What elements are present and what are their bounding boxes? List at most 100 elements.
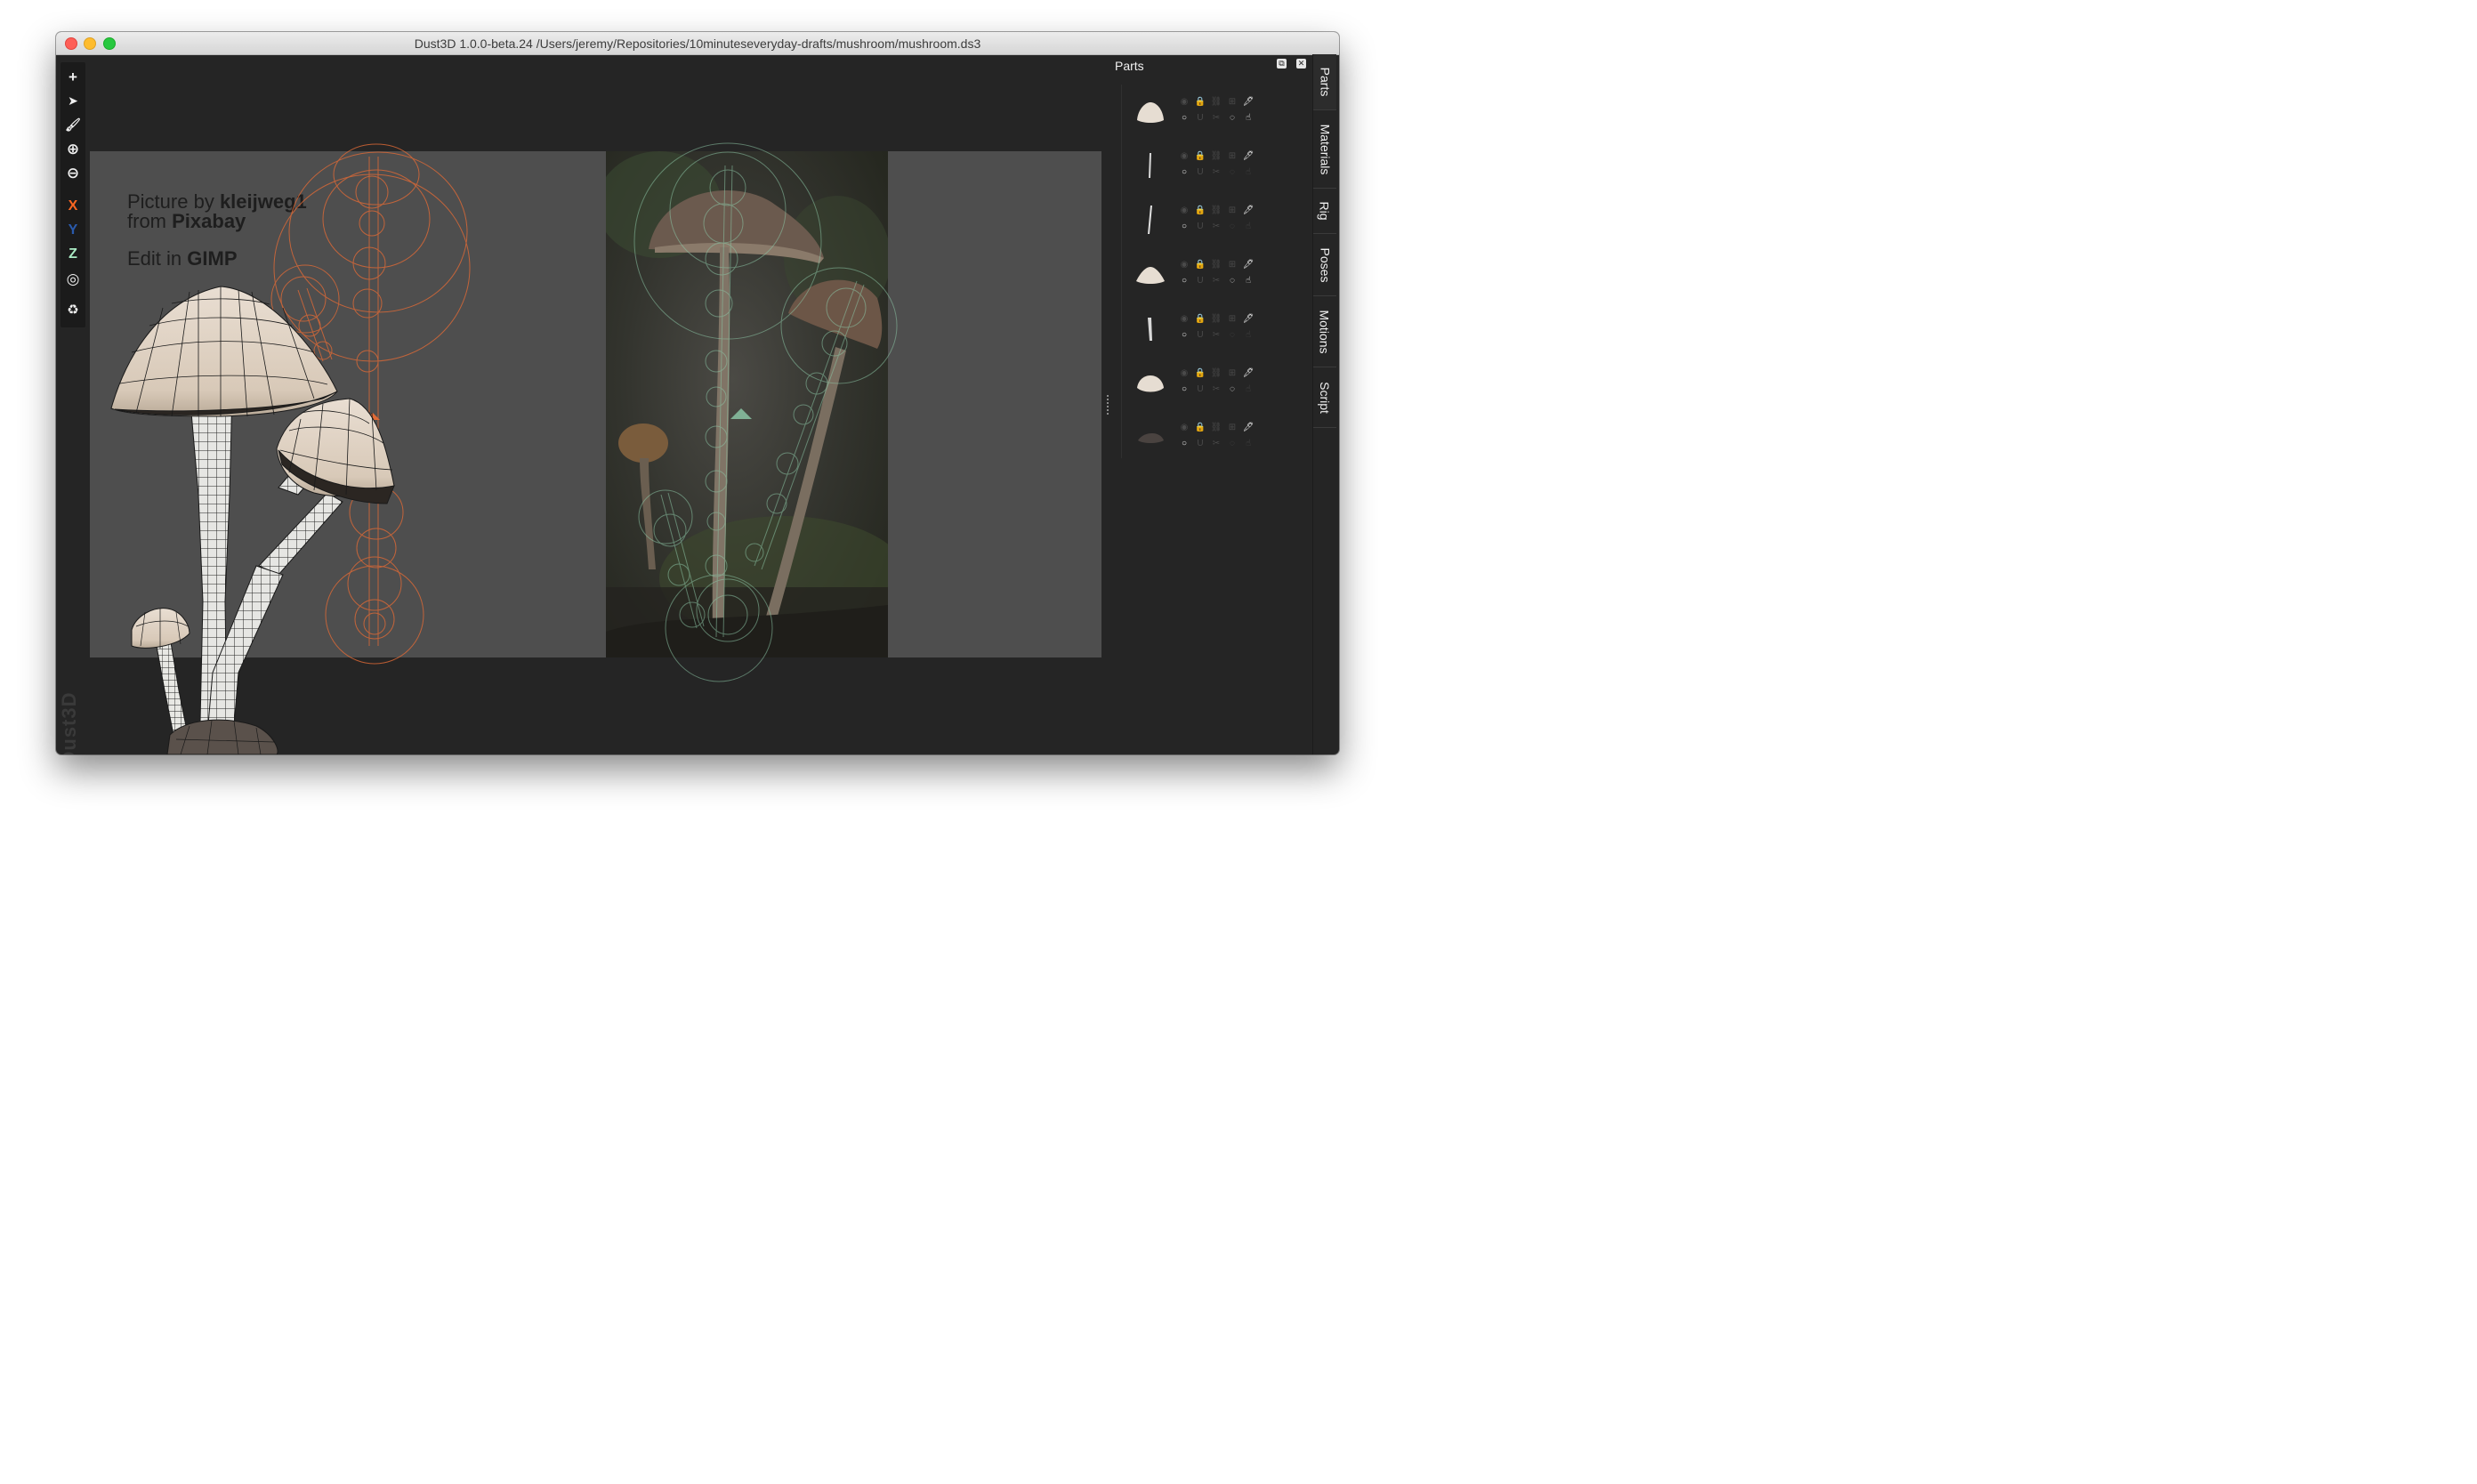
- close-panel-icon[interactable]: ✕: [1296, 59, 1306, 69]
- tab-motions[interactable]: Motions: [1313, 296, 1336, 367]
- smooth-circle-icon[interactable]: ○: [1179, 276, 1190, 286]
- dashed-circle-icon[interactable]: ◌: [1227, 384, 1238, 395]
- hand-icon[interactable]: ☝: [1243, 276, 1254, 286]
- paint-brush-icon[interactable]: 🖌: [62, 114, 84, 135]
- layers-icon[interactable]: ⊞: [1227, 423, 1238, 433]
- visibility-icon[interactable]: ◉: [1179, 368, 1190, 379]
- scissors-icon[interactable]: ✂: [1211, 113, 1222, 124]
- link-icon[interactable]: ⛓: [1211, 423, 1222, 433]
- color-brush-icon[interactable]: 🖋: [1243, 206, 1255, 216]
- float-panel-icon[interactable]: ⧉: [1277, 59, 1287, 69]
- visibility-icon[interactable]: ◉: [1179, 260, 1190, 270]
- part-item-cap-large[interactable]: ◉ 🔒 ⛓ ⊞ 🖋 ○ U ✂ ◌ ☝: [1122, 85, 1300, 139]
- dashed-circle-icon[interactable]: ◌: [1227, 113, 1238, 124]
- dashed-circle-icon[interactable]: ◌: [1227, 222, 1238, 232]
- dashed-circle-icon[interactable]: ◌: [1227, 167, 1238, 178]
- model-scene[interactable]: [56, 32, 1106, 754]
- lock-icon[interactable]: 🔒: [1195, 206, 1206, 216]
- part-thumbnail[interactable]: [1134, 312, 1166, 344]
- visibility-icon[interactable]: ◉: [1179, 206, 1190, 216]
- zoom-in-icon[interactable]: ⊕: [62, 138, 84, 159]
- scissors-icon[interactable]: ✂: [1211, 330, 1222, 341]
- scissors-icon[interactable]: ✂: [1211, 222, 1222, 232]
- visibility-icon[interactable]: ◉: [1179, 151, 1190, 162]
- visibility-icon[interactable]: ◉: [1179, 97, 1190, 108]
- add-icon[interactable]: +: [62, 66, 84, 87]
- green-origin-marker[interactable]: [730, 408, 752, 419]
- part-item-stem-long[interactable]: ◉ 🔒 ⛓ ⊞ 🖋 ○ U ✂ ◌ ☝: [1122, 193, 1300, 247]
- layers-icon[interactable]: ⊞: [1227, 97, 1238, 108]
- part-thumbnail[interactable]: [1134, 258, 1166, 290]
- visibility-icon[interactable]: ◉: [1179, 423, 1190, 433]
- layers-icon[interactable]: ⊞: [1227, 368, 1238, 379]
- layers-icon[interactable]: ⊞: [1227, 206, 1238, 216]
- layers-icon[interactable]: ⊞: [1227, 151, 1238, 162]
- part-item-cap-medium[interactable]: ◉ 🔒 ⛓ ⊞ 🖋 ○ U ✂ ◌ ☝: [1122, 247, 1300, 302]
- color-brush-icon[interactable]: 🖋: [1243, 151, 1255, 162]
- dashed-circle-icon[interactable]: ◌: [1227, 439, 1238, 449]
- smooth-circle-icon[interactable]: ○: [1179, 113, 1190, 124]
- scissors-icon[interactable]: ✂: [1211, 384, 1222, 395]
- magnet-icon[interactable]: U: [1195, 439, 1206, 449]
- magnet-icon[interactable]: U: [1195, 113, 1206, 124]
- smooth-circle-icon[interactable]: ○: [1179, 222, 1190, 232]
- select-icon[interactable]: ➤: [62, 90, 84, 111]
- tab-rig[interactable]: Rig: [1313, 189, 1336, 234]
- link-icon[interactable]: ⛓: [1211, 260, 1222, 270]
- hand-icon[interactable]: ☝: [1243, 439, 1254, 449]
- smooth-circle-icon[interactable]: ○: [1179, 330, 1190, 341]
- part-item-base-rock[interactable]: ◉ 🔒 ⛓ ⊞ 🖋 ○ U ✂ ◌ ☝: [1122, 410, 1300, 464]
- color-brush-icon[interactable]: 🖋: [1243, 97, 1255, 108]
- tab-parts[interactable]: Parts: [1313, 54, 1336, 110]
- layers-icon[interactable]: ⊞: [1227, 314, 1238, 325]
- y-axis-lock-button[interactable]: Y: [62, 220, 84, 241]
- magnet-icon[interactable]: U: [1195, 330, 1206, 341]
- tab-script[interactable]: Script: [1313, 367, 1336, 428]
- hand-icon[interactable]: ☝: [1243, 113, 1254, 124]
- green-node-graph[interactable]: [633, 142, 898, 682]
- link-icon[interactable]: ⛓: [1211, 151, 1222, 162]
- smooth-circle-icon[interactable]: ○: [1179, 167, 1190, 178]
- lock-icon[interactable]: 🔒: [1195, 423, 1206, 433]
- link-icon[interactable]: ⛓: [1211, 368, 1222, 379]
- lock-icon[interactable]: 🔒: [1195, 314, 1206, 325]
- part-item-stem-thin[interactable]: ◉ 🔒 ⛓ ⊞ 🖋 ○ U ✂ ◌ ☝: [1122, 139, 1300, 193]
- zoom-out-icon[interactable]: ⊖: [62, 162, 84, 183]
- magnet-icon[interactable]: U: [1195, 276, 1206, 286]
- part-thumbnail[interactable]: [1134, 367, 1166, 399]
- lock-icon[interactable]: 🔒: [1195, 260, 1206, 270]
- x-axis-lock-button[interactable]: X: [62, 196, 84, 217]
- hand-icon[interactable]: ☝: [1243, 167, 1254, 178]
- magnet-icon[interactable]: U: [1195, 222, 1206, 232]
- hand-icon[interactable]: ☝: [1243, 222, 1254, 232]
- visibility-icon[interactable]: ◉: [1179, 314, 1190, 325]
- dashed-circle-icon[interactable]: ◌: [1227, 330, 1238, 341]
- part-thumbnail[interactable]: [1134, 95, 1166, 127]
- radius-lock-icon[interactable]: ◎: [62, 268, 84, 289]
- lock-icon[interactable]: 🔒: [1195, 97, 1206, 108]
- lock-icon[interactable]: 🔒: [1195, 151, 1206, 162]
- dashed-circle-icon[interactable]: ◌: [1227, 276, 1238, 286]
- part-item-stem-small[interactable]: ◉ 🔒 ⛓ ⊞ 🖋 ○ U ✂ ◌ ☝: [1122, 302, 1300, 356]
- color-brush-icon[interactable]: 🖋: [1243, 368, 1255, 379]
- tab-materials[interactable]: Materials: [1313, 110, 1336, 189]
- part-thumbnail[interactable]: [1134, 204, 1166, 236]
- color-brush-icon[interactable]: 🖋: [1243, 314, 1255, 325]
- part-thumbnail[interactable]: [1134, 421, 1166, 453]
- smooth-circle-icon[interactable]: ○: [1179, 384, 1190, 395]
- layers-icon[interactable]: ⊞: [1227, 260, 1238, 270]
- mushroom-mesh[interactable]: [110, 286, 395, 754]
- scissors-icon[interactable]: ✂: [1211, 439, 1222, 449]
- scissors-icon[interactable]: ✂: [1211, 167, 1222, 178]
- scissors-icon[interactable]: ✂: [1211, 276, 1222, 286]
- part-thumbnail[interactable]: [1134, 149, 1166, 181]
- tab-poses[interactable]: Poses: [1313, 234, 1336, 296]
- part-item-cap-small[interactable]: ◉ 🔒 ⛓ ⊞ 🖋 ○ U ✂ ◌ ☝: [1122, 356, 1300, 410]
- magnet-icon[interactable]: U: [1195, 384, 1206, 395]
- link-icon[interactable]: ⛓: [1211, 314, 1222, 325]
- link-icon[interactable]: ⛓: [1211, 97, 1222, 108]
- color-brush-icon[interactable]: 🖋: [1243, 423, 1255, 433]
- hand-icon[interactable]: ☝: [1243, 330, 1254, 341]
- color-brush-icon[interactable]: 🖋: [1243, 260, 1255, 270]
- recycle-icon[interactable]: ♻: [62, 299, 84, 320]
